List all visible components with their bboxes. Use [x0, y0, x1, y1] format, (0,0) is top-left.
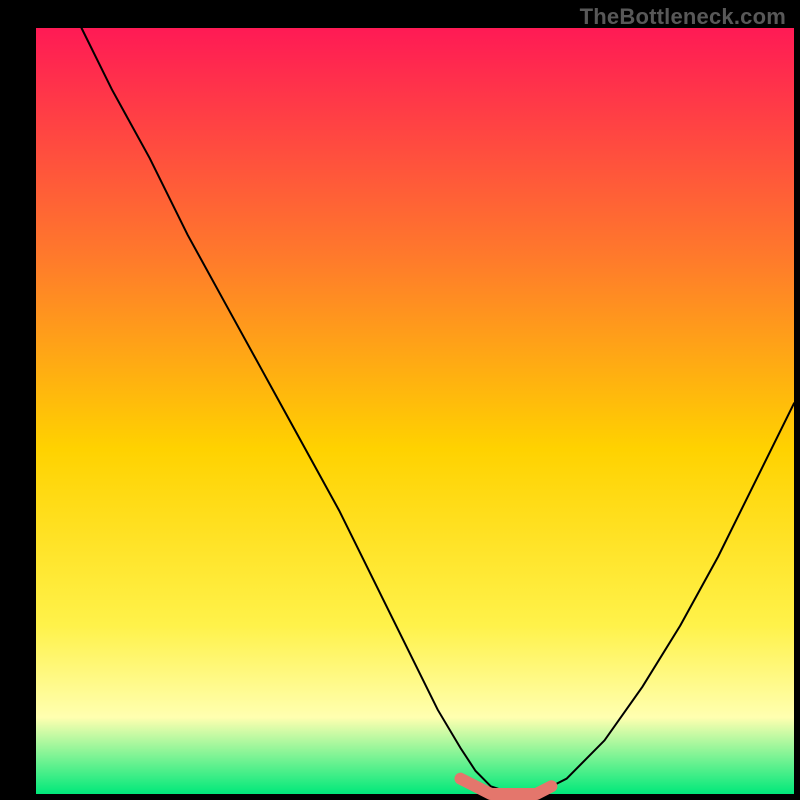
plot-gradient-background [36, 28, 794, 794]
watermark-text: TheBottleneck.com [580, 4, 786, 30]
chart-frame: TheBottleneck.com [0, 0, 800, 800]
bottleneck-chart [0, 0, 800, 800]
